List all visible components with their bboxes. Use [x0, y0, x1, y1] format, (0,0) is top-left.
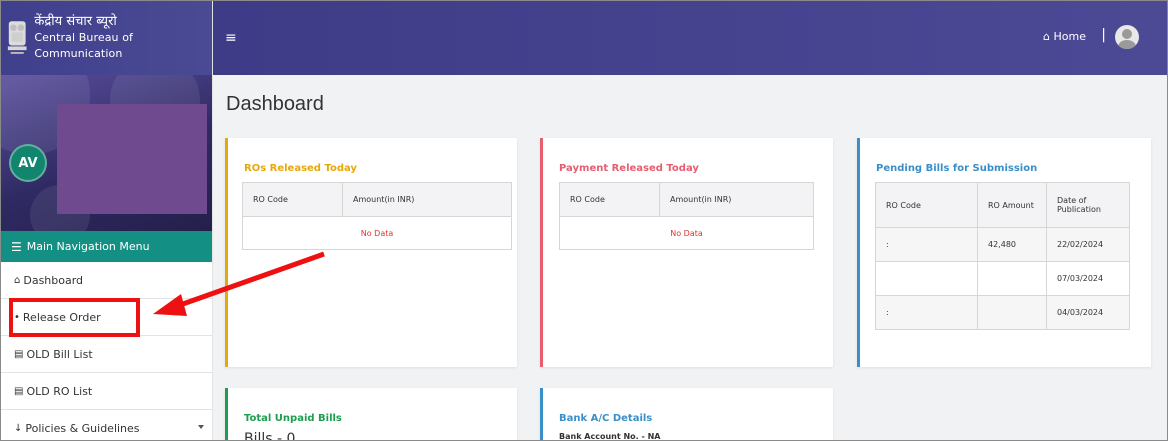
user-initials-avatar: AV: [9, 144, 47, 182]
publication-date-cell: 07/03/2024: [1046, 261, 1130, 296]
table-row: : 42,480 22/02/2024: [875, 227, 1130, 262]
brand-logo-area[interactable]: केंद्रीय संचार ब्यूरो Central Bureau of …: [0, 0, 212, 75]
card-payment-released: Payment Released Today RO Code Amount(in…: [540, 138, 833, 367]
national-emblem-icon: [7, 20, 27, 54]
card-title: Total Unpaid Bills: [244, 413, 342, 424]
hamburger-menu-icon[interactable]: ≡: [225, 30, 237, 46]
list-icon: ▤: [14, 348, 24, 360]
navbar-separator: |: [1101, 27, 1106, 43]
card-title: Payment Released Today: [559, 163, 699, 174]
no-data-text: No Data: [242, 216, 512, 250]
brand-name-english: Central Bureau of Communication: [34, 30, 134, 60]
column-header: Date of Publication: [1046, 182, 1130, 228]
sidebar-item-policies-guidelines[interactable]: ↓ Policies & Guidelines: [0, 410, 212, 441]
payment-released-table: RO Code Amount(in INR) No Data: [559, 182, 814, 250]
nav-menu-header: ☰ Main Navigation Menu: [0, 231, 212, 262]
download-icon: ↓: [14, 422, 23, 434]
ro-amount-cell: [977, 295, 1047, 330]
column-header: Amount(in INR): [342, 182, 512, 217]
table-row: 07/03/2024: [875, 261, 1130, 296]
column-header: RO Code: [875, 182, 978, 228]
card-ros-released: ROs Released Today RO Code Amount(in INR…: [225, 138, 517, 367]
pending-bills-table: RO Code RO Amount Date of Publication : …: [875, 182, 1130, 330]
ro-code-cell: [875, 261, 978, 296]
brand-name-hindi: केंद्रीय संचार ब्यूरो: [34, 13, 117, 29]
publication-date-cell: 04/03/2024: [1046, 295, 1130, 330]
sidebar-item-label: OLD RO List: [26, 384, 93, 398]
card-title: Pending Bills for Submission: [876, 163, 1038, 174]
ros-released-table: RO Code Amount(in INR) No Data: [242, 182, 512, 250]
sidebar-item-label: Policies & Guidelines: [25, 421, 140, 435]
home-icon: ⌂: [14, 274, 21, 286]
table-row: : 04/03/2024: [875, 295, 1130, 330]
nav-menu-header-label: Main Navigation Menu: [26, 240, 150, 253]
column-header: RO Code: [559, 182, 660, 217]
main-content: Dashboard ROs Released Today RO Code Amo…: [213, 75, 1168, 441]
home-link-label: Home: [1053, 30, 1086, 43]
list-icon: ▤: [14, 385, 24, 397]
column-header: RO Amount: [977, 182, 1047, 228]
sidebar-item-old-ro-list[interactable]: ▤ OLD RO List: [0, 373, 212, 410]
profile-panel: AV: [0, 75, 212, 231]
sidebar: केंद्रीय संचार ब्यूरो Central Bureau of …: [0, 0, 213, 441]
card-bank-details: Bank A/C Details Bank Account No. - NA: [540, 388, 833, 441]
column-header: RO Code: [242, 182, 343, 217]
sidebar-item-label: OLD Bill List: [26, 347, 93, 361]
home-icon: ⌂: [1043, 30, 1051, 43]
publication-date-cell: 22/02/2024: [1046, 227, 1130, 262]
card-pending-bills: Pending Bills for Submission RO Code RO …: [857, 138, 1151, 367]
home-link[interactable]: ⌂ Home: [1043, 30, 1086, 43]
redacted-user-info: [57, 104, 207, 214]
top-navbar: ≡ ⌂ Home |: [213, 0, 1168, 75]
ro-amount-cell: [977, 261, 1047, 296]
card-unpaid-bills: Total Unpaid Bills Bills - 0: [225, 388, 517, 441]
sidebar-item-dashboard[interactable]: ⌂ Dashboard: [0, 262, 212, 299]
ro-code-cell: :: [875, 227, 978, 262]
card-title: Bank A/C Details: [559, 413, 653, 424]
card-title: ROs Released Today: [244, 163, 357, 174]
bank-account-number: Bank Account No. - NA: [559, 432, 661, 441]
ro-amount-cell: 42,480: [977, 227, 1047, 262]
unpaid-bills-count: Bills - 0: [244, 431, 296, 441]
column-header: Amount(in INR): [659, 182, 814, 217]
no-data-text: No Data: [559, 216, 814, 250]
sidebar-item-old-bill-list[interactable]: ▤ OLD Bill List: [0, 336, 212, 373]
chevron-down-icon: [198, 425, 204, 429]
user-avatar-icon[interactable]: [1115, 25, 1139, 49]
annotation-highlight-box: [9, 298, 140, 337]
ro-code-cell: :: [875, 295, 978, 330]
menu-lines-icon: ☰: [11, 239, 22, 254]
page-title: Dashboard: [226, 93, 324, 115]
sidebar-item-label: Dashboard: [23, 273, 84, 287]
